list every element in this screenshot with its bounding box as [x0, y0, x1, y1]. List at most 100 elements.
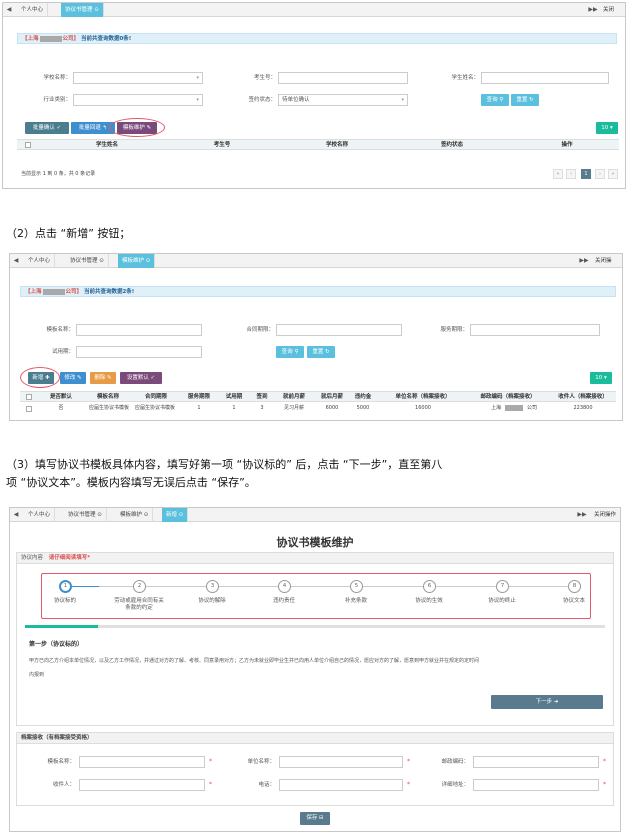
- label-industry-category: 行业类别：: [43, 97, 71, 103]
- query-count-text: 当前共查询数据2条!: [83, 289, 135, 295]
- school-name-select[interactable]: ▾: [73, 72, 203, 84]
- step-heading: 第一步（协议标的）: [29, 641, 84, 648]
- tab-close-button[interactable]: 关闭操: [595, 254, 612, 268]
- chevron-down-icon: ▾: [401, 97, 404, 103]
- company-prefix: 【上海: [25, 289, 42, 295]
- step-6-label: 协议的生效: [415, 598, 443, 604]
- save-button[interactable]: 保存 ⊟: [300, 812, 330, 825]
- col-pre-salary: 就前月薪: [282, 394, 305, 400]
- reset-button[interactable]: 重置 ↻: [307, 346, 335, 358]
- tab-bar: ◀ 个人中心 协议书管理 ⊙ 模板维护 ⊙ ▶▶ 关闭操: [10, 254, 622, 268]
- archive-unit-name-input[interactable]: [279, 756, 403, 768]
- page-size-select[interactable]: 10 ▾: [596, 122, 618, 134]
- tab-scroll-right-icon[interactable]: ▶▶: [576, 508, 588, 522]
- archive-phone-input[interactable]: [279, 779, 403, 791]
- section-header: 协议内容 请仔细阅读填写*: [17, 553, 613, 564]
- industry-category-select[interactable]: ▾: [73, 94, 203, 106]
- cell-penalty: 5000: [356, 405, 370, 411]
- exam-number-input[interactable]: [278, 72, 408, 84]
- table-row[interactable]: 否 应届生协议书模板 应届生协议书模板 1 1 3 见习月薪 6000 5000…: [20, 403, 616, 415]
- col-template-name: 模板名称: [96, 394, 119, 400]
- refresh-icon: ↻: [529, 97, 534, 103]
- step-8-label: 协议文本: [562, 598, 585, 604]
- page-title: 协议书模板维护: [276, 536, 354, 549]
- tab-add[interactable]: 新增 ⊙: [162, 508, 189, 522]
- sign-status-select[interactable]: 待单位确认 ▾: [278, 94, 408, 106]
- col-school-name: 学校名称: [325, 142, 348, 148]
- step-3-circle[interactable]: 3: [206, 580, 219, 593]
- contract-term-input[interactable]: [276, 324, 402, 336]
- reset-label: 重置: [516, 97, 528, 103]
- pager-current[interactable]: 1: [581, 169, 591, 179]
- archive-template-name-input[interactable]: [79, 756, 205, 768]
- select-all-checkbox[interactable]: [25, 142, 31, 148]
- step-1-circle[interactable]: 1: [59, 580, 72, 593]
- table-header: 学生姓名 考生号 学校名称 签约状态 操作: [17, 139, 619, 150]
- highlight-ellipse: [20, 367, 60, 388]
- set-default-button[interactable]: 设置默认 ✓: [120, 372, 162, 384]
- template-name-input[interactable]: [76, 324, 202, 336]
- query-button[interactable]: 查询 ⚲: [481, 94, 509, 106]
- agreement-content-section: 协议内容 请仔细阅读填写* 1 协议标的 2 劳动或雇用合同有关条款的约定 3 …: [16, 552, 614, 726]
- edit-button[interactable]: 修改 ✎: [60, 372, 86, 384]
- info-bar: 【上海 公司】 当前共查询数据0条!: [17, 33, 617, 44]
- label-school-name: 学校名称：: [43, 75, 71, 81]
- tab-close-button[interactable]: 关闭: [603, 3, 614, 17]
- delete-button[interactable]: 删除 ✎: [90, 372, 116, 384]
- table-header: 是否默认 模板名称 合同期限 服务期限 试用期 签到 就前月薪 就后月薪 违约金…: [20, 391, 616, 402]
- reset-button[interactable]: 重置 ↻: [511, 94, 539, 106]
- tab-scroll-right-icon[interactable]: ▶▶: [587, 3, 599, 17]
- tab-personal-center[interactable]: 个人中心: [24, 508, 56, 522]
- tab-template-maintenance[interactable]: 模板维护 ⊙: [116, 508, 154, 522]
- step-7-circle[interactable]: 7: [496, 580, 509, 593]
- chevron-down-icon: ▾: [196, 97, 199, 103]
- tab-agreement-management[interactable]: 协议书管理 ⊙: [61, 3, 104, 17]
- select-all-checkbox[interactable]: [26, 394, 32, 400]
- query-count-text: 当前共查询数据0条!: [80, 36, 132, 42]
- pager-last[interactable]: »: [608, 169, 618, 179]
- archive-postal-code-input[interactable]: [473, 756, 599, 768]
- step-wizard-highlight: [41, 573, 591, 619]
- col-exam-number: 考生号: [213, 142, 231, 148]
- row-checkbox[interactable]: [26, 406, 32, 412]
- page-size-select[interactable]: 10 ▾: [590, 372, 612, 384]
- step-8-circle[interactable]: 8: [568, 580, 581, 593]
- tab-scroll-left-icon[interactable]: ◀: [10, 508, 22, 522]
- step-5-circle[interactable]: 5: [350, 580, 363, 593]
- col-contract-term: 合同期限: [144, 394, 167, 400]
- step-6-circle[interactable]: 6: [423, 580, 436, 593]
- probation-input[interactable]: [76, 346, 202, 358]
- step-body-text-1: 甲方已向乙方介绍本单位情况，以及乙方工作情况，并通过对方的了解、考核、同意录用对…: [29, 658, 480, 664]
- next-step-button[interactable]: 下一步 ➜: [491, 695, 603, 709]
- sign-status-value: 待单位确认: [282, 97, 310, 103]
- step-2-circle[interactable]: 2: [133, 580, 146, 593]
- service-term-input[interactable]: [470, 324, 600, 336]
- tab-scroll-right-icon[interactable]: ▶▶: [578, 254, 590, 268]
- tab-personal-center[interactable]: 个人中心: [24, 254, 56, 268]
- tab-scroll-left-icon[interactable]: ◀: [3, 3, 15, 17]
- batch-confirm-button[interactable]: 批量确认 ✓: [25, 122, 69, 134]
- tab-agreement-management[interactable]: 协议书管理 ⊙: [66, 254, 109, 268]
- col-actions: 操作: [561, 142, 573, 148]
- step-4-circle[interactable]: 4: [278, 580, 291, 593]
- student-name-input[interactable]: [481, 72, 609, 84]
- tab-template-maintenance[interactable]: 模板维护 ⊙: [118, 254, 156, 268]
- label-contract-term: 合同期限：: [246, 327, 274, 333]
- redacted-block: [39, 35, 62, 42]
- pager-next[interactable]: ›: [595, 169, 605, 179]
- pager-first[interactable]: «: [553, 169, 563, 179]
- step-4-label: 违约责任: [272, 598, 295, 604]
- archive-address-input[interactable]: [473, 779, 599, 791]
- tab-close-button[interactable]: 关闭操作: [594, 508, 616, 522]
- tab-personal-center[interactable]: 个人中心: [17, 3, 49, 17]
- refresh-icon: ↻: [325, 349, 330, 355]
- pager-prev[interactable]: ‹: [566, 169, 576, 179]
- col-sign-status: 签约状态: [440, 142, 463, 148]
- cell-sign: 3: [260, 405, 264, 411]
- query-button[interactable]: 查询 ⚲: [276, 346, 304, 358]
- query-label: 查询: [281, 349, 293, 355]
- tab-scroll-left-icon[interactable]: ◀: [10, 254, 22, 268]
- tab-agreement-management[interactable]: 协议书管理 ⊙: [64, 508, 107, 522]
- archive-recipient-input[interactable]: [79, 779, 205, 791]
- cell-postal-suffix: 公司: [526, 405, 537, 411]
